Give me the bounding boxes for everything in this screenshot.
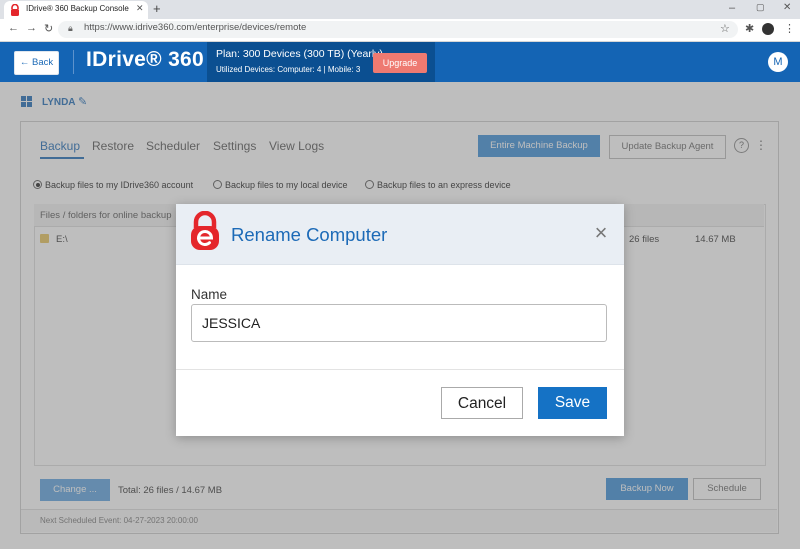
maximize-icon[interactable]: ▢ <box>756 2 765 13</box>
close-icon[interactable]: × <box>589 219 613 247</box>
bookmark-star-icon[interactable]: ☆ <box>720 22 730 35</box>
save-button[interactable]: Save <box>538 387 607 419</box>
utilized-devices-text: Utilized Devices: Computer: 4 | Mobile: … <box>216 65 361 74</box>
idrive-favicon-icon <box>11 4 19 16</box>
forward-arrow-icon[interactable]: → <box>26 22 37 34</box>
avatar[interactable]: M <box>768 52 788 72</box>
tab-close-icon[interactable]: ✕ <box>136 3 144 14</box>
upgrade-button[interactable]: Upgrade <box>373 53 427 73</box>
reload-icon[interactable]: ↻ <box>44 22 53 35</box>
dialog-divider <box>176 369 624 370</box>
tab-title: IDrive® 360 Backup Console for <box>26 4 131 13</box>
dialog-title: Rename Computer <box>231 224 388 245</box>
plan-text: Plan: 300 Devices (300 TB) (Yearly) <box>216 48 383 60</box>
extensions-icon[interactable]: ✱ <box>745 22 754 35</box>
back-arrow-icon[interactable]: ← <box>8 22 19 34</box>
cancel-button[interactable]: Cancel <box>441 387 523 419</box>
back-button[interactable]: ← Back <box>14 51 59 75</box>
idrive-lock-logo-icon <box>191 211 219 250</box>
url-text[interactable]: https://www.idrive360.com/enterprise/dev… <box>84 22 306 33</box>
close-window-icon[interactable]: ✕ <box>783 2 791 13</box>
idrive360-logo: IDrive® 360 <box>86 48 205 71</box>
name-label: Name <box>191 287 228 302</box>
new-tab-button[interactable]: + <box>153 1 161 16</box>
minimize-icon[interactable]: – <box>729 2 735 14</box>
profile-icon[interactable] <box>762 23 774 35</box>
header-divider <box>73 50 74 74</box>
computer-name-input[interactable] <box>191 304 607 342</box>
lock-icon: 🔒︎ <box>68 23 73 33</box>
browser-menu-icon[interactable]: ⋮ <box>784 22 795 35</box>
browser-tab[interactable]: IDrive® 360 Backup Console for ✕ <box>4 1 148 19</box>
